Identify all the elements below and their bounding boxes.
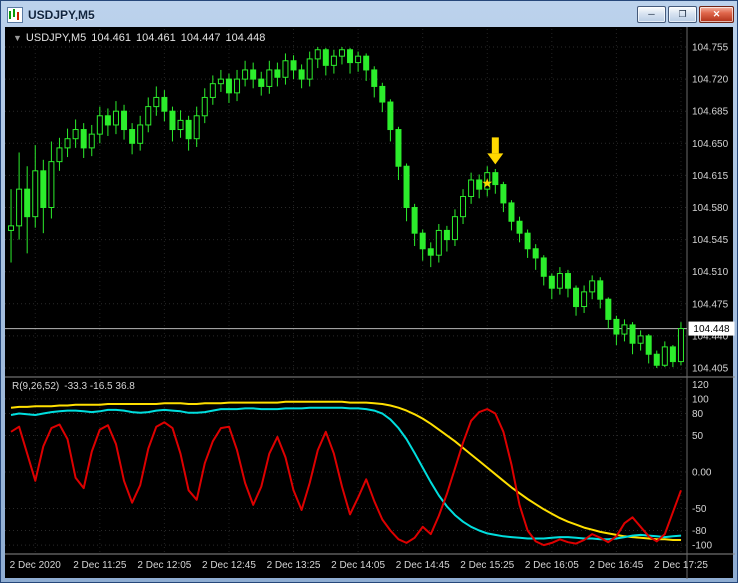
svg-text:-80: -80 (692, 526, 707, 537)
window-title: USDJPY,M5 (28, 7, 95, 22)
chart-window-icon (7, 6, 23, 23)
down-arrow-shaft (491, 137, 499, 154)
panel-separators[interactable] (5, 27, 735, 579)
oscillator-line-slow (10, 400, 681, 541)
svg-text:104.615: 104.615 (692, 171, 729, 182)
svg-text:104.545: 104.545 (692, 235, 729, 246)
chart-canvas[interactable]: 104.755 104.720 104.685 104.650 104.615 104.5… (5, 27, 735, 579)
indicator-values: -33.3 -16.5 36.8 (64, 381, 135, 392)
restore-button[interactable]: ❐ (668, 6, 697, 23)
collapse-chevron-icon[interactable]: ▼ (13, 33, 22, 43)
svg-text:104.510: 104.510 (692, 267, 729, 278)
svg-text:104.475: 104.475 (692, 299, 729, 310)
indicator-name: R(9,26,52) (12, 381, 60, 392)
svg-text:104.685: 104.685 (692, 107, 729, 118)
svg-text:2 Dec 12:05: 2 Dec 12:05 (137, 560, 191, 571)
svg-text:2 Dec 17:25: 2 Dec 17:25 (654, 560, 708, 571)
svg-text:80: 80 (692, 409, 704, 420)
svg-text:2 Dec 11:25: 2 Dec 11:25 (73, 560, 127, 571)
minimize-button[interactable]: ─ (637, 6, 666, 23)
oscillator-line-medium (10, 406, 682, 541)
chart-client-area: 104.755 104.720 104.685 104.650 104.615 104.5… (5, 27, 735, 579)
down-arrow-icon (487, 153, 504, 165)
svg-text:2 Dec 14:05: 2 Dec 14:05 (331, 560, 385, 571)
svg-text:2 Dec 13:25: 2 Dec 13:25 (267, 560, 321, 571)
svg-text:0.00: 0.00 (692, 468, 712, 479)
svg-text:104.650: 104.650 (692, 139, 729, 150)
svg-text:2 Dec 15:25: 2 Dec 15:25 (460, 560, 514, 571)
svg-text:-50: -50 (692, 504, 707, 515)
signal-annotations: ★ (481, 137, 504, 191)
svg-text:50: 50 (692, 431, 704, 442)
svg-text:2 Dec 14:45: 2 Dec 14:45 (396, 560, 450, 571)
oscillator-line-fast (10, 408, 682, 547)
close-button[interactable]: ✕ (699, 6, 734, 23)
open-value: 104.461 (91, 32, 132, 44)
svg-text:104.720: 104.720 (692, 75, 729, 86)
mt4-chart-window: USDJPY,M5 ─ ❐ ✕ 104.755 104.720 104.685 104… (0, 0, 738, 583)
indicator-header: R(9,26,52) -33.3 -16.5 36.8 (12, 381, 135, 392)
svg-text:104.755: 104.755 (692, 43, 729, 54)
svg-text:120: 120 (692, 380, 709, 391)
svg-text:2 Dec 16:45: 2 Dec 16:45 (589, 560, 643, 571)
svg-text:2 Dec 16:05: 2 Dec 16:05 (525, 560, 579, 571)
title-bar[interactable]: USDJPY,M5 ─ ❐ ✕ (1, 1, 737, 26)
grid-lines (5, 29, 687, 552)
svg-text:100: 100 (692, 394, 709, 405)
high-value: 104.461 (136, 32, 176, 44)
ohlc-header: ▼ USDJPY,M5 104.461 104.461 104.447 104.448 (13, 32, 265, 44)
star-icon: ★ (481, 176, 493, 191)
price-axis[interactable]: 104.755 104.720 104.685 104.650 104.615 104.5… (688, 43, 735, 375)
svg-text:2 Dec 12:45: 2 Dec 12:45 (202, 560, 256, 571)
svg-text:104.580: 104.580 (692, 203, 729, 214)
oscillator-lines (10, 400, 682, 547)
time-axis[interactable]: 2 Dec 2020 2 Dec 11:25 2 Dec 12:05 2 Dec 12… (10, 560, 709, 571)
svg-text:-100: -100 (692, 541, 712, 552)
svg-text:104.405: 104.405 (692, 364, 729, 375)
low-value: 104.447 (180, 32, 221, 44)
svg-text:104.448: 104.448 (693, 324, 730, 335)
indicator-axis[interactable]: 120 100 80 50 0.00 -50 -80 -100 (692, 380, 712, 552)
svg-text:2 Dec 2020: 2 Dec 2020 (10, 560, 62, 571)
symbol-label: USDJPY,M5 (25, 32, 87, 44)
window-controls: ─ ❐ ✕ (637, 6, 734, 23)
close-value: 104.448 (225, 32, 266, 44)
